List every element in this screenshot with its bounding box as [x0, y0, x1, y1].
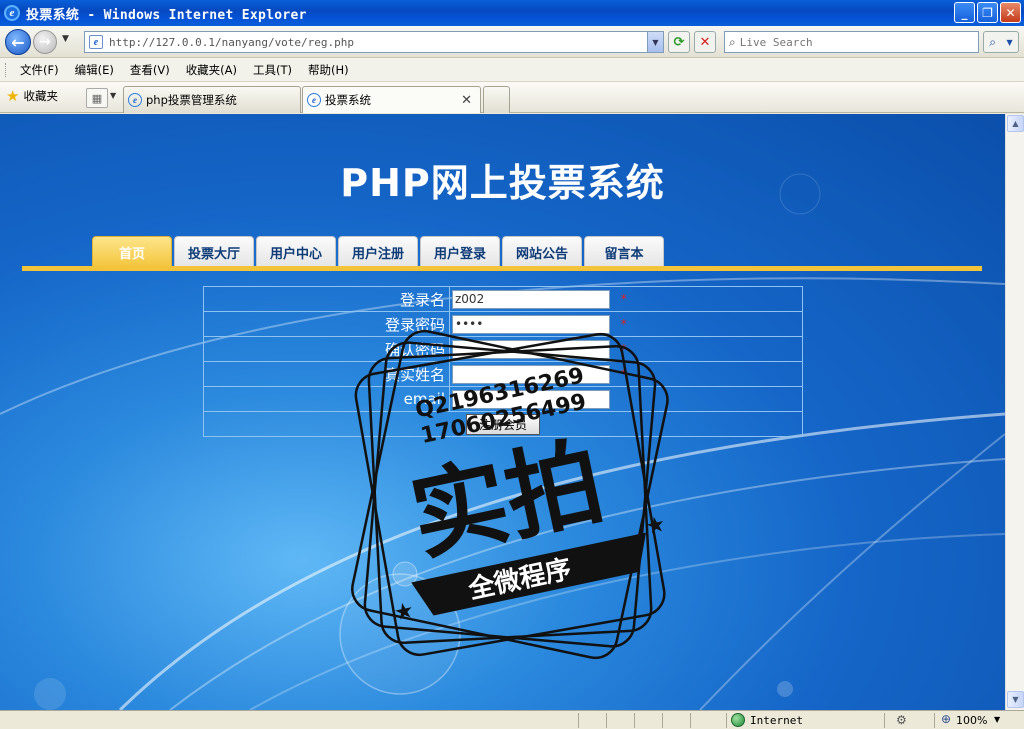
search-icon: ⌕ — [729, 34, 736, 49]
zoom-icon[interactable]: ⊕ — [941, 712, 951, 726]
address-dropdown-icon[interactable]: ▼ — [647, 32, 663, 52]
menu-bar: 文件(F) 编辑(E) 查看(V) 收藏夹(A) 工具(T) 帮助(H) — [0, 58, 1024, 82]
forward-button[interactable]: → — [33, 30, 57, 54]
scroll-up-icon[interactable]: ▲ — [1007, 115, 1024, 132]
search-go-icon: ⌕ — [989, 34, 996, 49]
nav-guestbook[interactable]: 留言本 — [584, 236, 664, 268]
title-php: PHP — [340, 161, 431, 205]
refresh-icon: ⟳ — [673, 34, 685, 50]
star-icon: ★ — [6, 86, 20, 105]
tab-list-dropdown-icon[interactable]: ▼ — [110, 91, 116, 100]
tab-vote-system[interactable]: e 投票系统 ✕ — [302, 86, 481, 113]
nav-divider — [22, 266, 982, 271]
ie-page-icon: e — [128, 93, 142, 107]
nav-vote-hall[interactable]: 投票大厅 — [174, 236, 254, 268]
arrow-left-icon: ← — [11, 32, 25, 52]
tab-label: php投票管理系统 — [146, 93, 237, 107]
nav-user-center[interactable]: 用户中心 — [256, 236, 336, 268]
tab-bar: ★ 收藏夹 ▦ ▼ e php投票管理系统 e 投票系统 ✕ — [0, 82, 1024, 113]
site-nav: 首页 投票大厅 用户中心 用户注册 用户登录 网站公告 留言本 — [92, 236, 664, 268]
scroll-down-icon[interactable]: ▼ — [1007, 691, 1024, 708]
stop-button[interactable]: ✕ — [694, 31, 716, 53]
menu-help[interactable]: 帮助(H) — [308, 62, 349, 78]
nav-announcements[interactable]: 网站公告 — [502, 236, 582, 268]
menu-edit[interactable]: 编辑(E) — [75, 62, 114, 78]
vertical-scrollbar[interactable]: ▲ ▼ — [1005, 114, 1024, 710]
tab-php-vote-admin[interactable]: e php投票管理系统 — [123, 86, 301, 113]
minimize-button[interactable]: _ — [954, 2, 975, 23]
favorites-button[interactable]: ★ 收藏夹 — [6, 88, 58, 104]
page-content: PHP网上投票系统 首页 投票大厅 用户中心 用户注册 用户登录 网站公告 留言… — [0, 114, 1005, 710]
field-label-login-name: 登录名 — [203, 286, 450, 312]
title-main: 网上投票系统 — [430, 161, 665, 205]
search-go-button[interactable]: ⌕ ▼ — [983, 31, 1019, 53]
watermark-star-icon: ★ — [643, 512, 668, 541]
ie-logo-icon: e — [4, 5, 20, 21]
tab-label: 投票系统 — [325, 93, 371, 107]
security-zone: Internet — [750, 714, 803, 727]
address-input[interactable]: e http://127.0.0.1/nanyang/vote/reg.php … — [84, 31, 664, 53]
favorites-label: 收藏夹 — [23, 89, 58, 103]
tab-close-icon[interactable]: ✕ — [461, 93, 472, 108]
search-box[interactable]: ⌕ — [724, 31, 979, 53]
nav-register[interactable]: 用户注册 — [338, 236, 418, 268]
site-title: PHP网上投票系统 — [0, 152, 1005, 207]
status-bar: Internet ⚙ ⊕ 100% ▼ — [0, 710, 1024, 729]
history-dropdown-icon[interactable]: ▼ — [62, 34, 69, 44]
watermark-star-icon: ★ — [392, 598, 417, 627]
menu-tools[interactable]: 工具(T) — [253, 62, 292, 78]
toolbar-grip[interactable] — [5, 63, 8, 77]
maximize-button[interactable]: ❐ — [977, 2, 998, 23]
menu-view[interactable]: 查看(V) — [130, 62, 170, 78]
menu-file[interactable]: 文件(F) — [20, 62, 59, 78]
close-button[interactable]: ✕ — [1000, 2, 1021, 23]
search-options-icon[interactable]: ▼ — [1007, 38, 1013, 47]
nav-login[interactable]: 用户登录 — [420, 236, 500, 268]
arrow-right-icon: → — [39, 34, 51, 50]
zoom-dropdown-icon[interactable]: ▼ — [994, 715, 1000, 724]
window-title: 投票系统 - Windows Internet Explorer — [26, 7, 307, 23]
protected-mode-icon[interactable]: ⚙ — [896, 713, 907, 727]
quick-tabs-icon[interactable]: ▦ — [86, 88, 108, 108]
new-tab-button[interactable] — [483, 86, 510, 113]
window-title-bar[interactable]: e 投票系统 - Windows Internet Explorer _ ❐ ✕ — [0, 0, 1024, 26]
search-input[interactable] — [739, 35, 960, 49]
watermark-stamp: Q2196316269 17060256499 实拍 全微程序 ★ ★ — [351, 329, 669, 660]
page-icon: e — [89, 35, 103, 49]
form-row: 登录名 * — [203, 286, 803, 312]
globe-icon — [731, 713, 745, 727]
address-toolbar: ← → ▼ e http://127.0.0.1/nanyang/vote/re… — [0, 26, 1024, 58]
refresh-button[interactable]: ⟳ — [668, 31, 690, 53]
nav-home[interactable]: 首页 — [92, 236, 172, 268]
stop-icon: ✕ — [699, 34, 711, 50]
form-cell: * — [449, 286, 803, 312]
address-url[interactable]: http://127.0.0.1/nanyang/vote/reg.php — [109, 36, 354, 49]
login-name-input[interactable] — [452, 289, 610, 309]
back-button[interactable]: ← — [5, 29, 31, 55]
ie-page-icon: e — [307, 93, 321, 107]
menu-favorites[interactable]: 收藏夹(A) — [186, 62, 237, 78]
zoom-level[interactable]: 100% — [956, 714, 987, 727]
required-mark: * — [620, 292, 627, 306]
